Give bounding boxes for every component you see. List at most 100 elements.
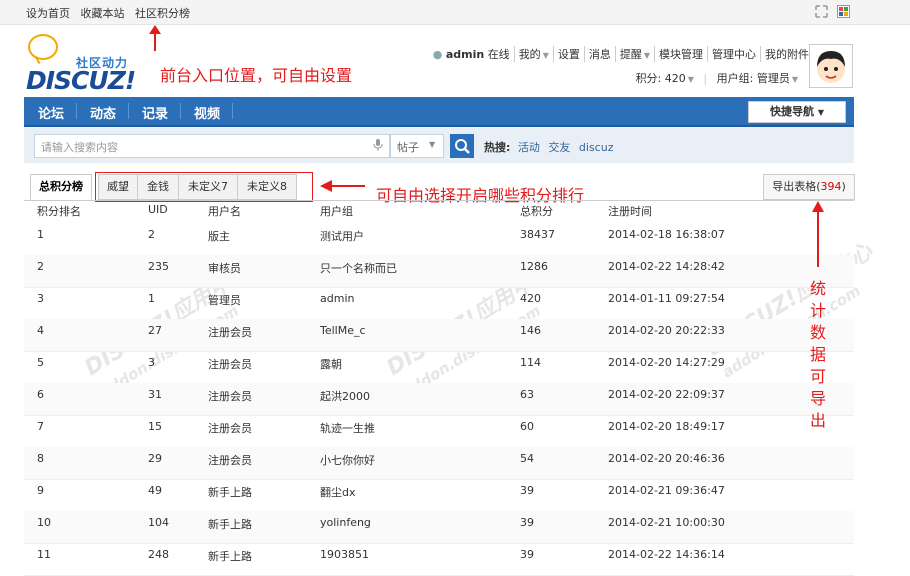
cell-register-time: 2014-02-22 14:36:14 [608,548,725,561]
menu-notify[interactable]: 提醒 ▼ [616,46,655,62]
cell-register-time: 2014-02-18 16:38:07 [608,228,725,241]
nav-feed[interactable]: 动态 [90,103,116,122]
col-total-credits[interactable]: 总积分 [520,203,553,219]
table-row: 3 1 管理员 admin 420 2014-01-11 09:27:54 [24,287,854,320]
search-type-select[interactable]: 帖子 ▼ [390,134,444,158]
cell-total-credits: 420 [520,292,541,305]
cell-username[interactable]: 注册会员 [208,452,252,468]
cell-total-credits: 60 [520,420,534,433]
entry-annotation-arrow [149,25,161,51]
menu-my-attachments[interactable]: 我的附件 [761,46,814,62]
cell-rank: 3 [37,292,44,305]
cell-register-time: 2014-02-20 20:22:33 [608,324,725,337]
cell-username[interactable]: 注册会员 [208,324,252,340]
cell-usergroup: 起洪2000 [320,390,370,403]
cell-total-credits: 54 [520,452,534,465]
menu-mine[interactable]: 我的 ▼ [515,46,554,62]
chevron-down-icon: ▼ [791,75,798,84]
quick-nav-button[interactable]: 快捷导航 ▼ [748,101,846,123]
cell-register-time: 2014-02-22 14:28:42 [608,260,725,273]
cell-uid: 2 [148,228,155,241]
search-input[interactable]: 请输入搜索内容 [34,134,390,158]
table-row: 2 235 审核员 只一个名称而已 1286 2014-02-22 14:28:42 [24,255,854,288]
cell-username[interactable]: 版主 [208,228,230,244]
online-status: 在线 [487,48,510,61]
chevron-down-icon: ▼ [643,51,650,60]
cell-username[interactable]: 注册会员 [208,388,252,404]
col-username[interactable]: 用户名 [208,203,241,219]
cell-usergroup: 只一个名称而已 [320,262,397,275]
cell-username[interactable]: 管理员 [208,292,241,308]
style-switch-icon[interactable] [837,4,850,18]
cell-usergroup: 测试用户 [320,230,364,243]
cell-total-credits: 114 [520,356,541,369]
nav-video[interactable]: 视频 [194,103,220,122]
col-usergroup[interactable]: 用户组 [320,203,353,219]
cell-register-time: 2014-01-11 09:27:54 [608,292,725,305]
col-register-time[interactable]: 注册时间 [608,203,652,219]
user-icon: ● [432,48,443,61]
cell-rank: 6 [37,388,44,401]
search-button[interactable] [450,134,474,158]
cell-rank: 5 [37,356,44,369]
cell-username[interactable]: 新手上路 [208,516,252,532]
user-group-link[interactable]: 用户组: 管理员 ▼ [717,72,798,85]
tab-total-credits[interactable]: 总积分榜 [30,174,92,200]
col-uid[interactable]: UID [148,203,168,216]
menu-settings[interactable]: 设置 [554,46,585,62]
cell-register-time: 2014-02-20 14:27:29 [608,356,725,369]
cell-total-credits: 39 [520,484,534,497]
cell-total-credits: 146 [520,324,541,337]
cell-username[interactable]: 新手上路 [208,484,252,500]
search-bar: 请输入搜索内容 帖子 ▼ 热搜: 活动 交友 discuz [24,127,854,163]
user-menu: ● admin 在线 我的▼设置消息提醒▼模块管理管理中心我的附件退出 [429,46,844,62]
nav-forum[interactable]: 论坛 [38,103,64,122]
cell-uid: 27 [148,324,162,337]
cell-uid: 235 [148,260,169,273]
menu-module-admin[interactable]: 模块管理 [655,46,708,62]
hot-term-discuz[interactable]: discuz [579,141,614,154]
points-link[interactable]: 积分: 420 ▼ [636,72,694,85]
cell-username[interactable]: 审核员 [208,260,241,276]
menu-admin-center[interactable]: 管理中心 [708,46,761,62]
cell-uid: 1 [148,292,155,305]
logo-brand: DISCUZ! [26,66,136,95]
export-annotation: 统计数据可导出 [810,279,827,430]
export-table-button[interactable]: 导出表格(394) [763,174,855,200]
cell-username[interactable]: 注册会员 [208,356,252,372]
hot-term-friends[interactable]: 交友 [548,141,570,154]
logo-bubble-icon [28,34,58,60]
username-link[interactable]: admin [446,48,484,61]
cell-rank: 2 [37,260,44,273]
export-count: 394 [820,180,842,193]
microphone-icon[interactable] [373,138,383,155]
credit-ranking-link[interactable]: 社区积分榜 [135,7,190,20]
bookmark-site-link[interactable]: 收藏本站 [81,7,125,20]
nav-records[interactable]: 记录 [142,103,168,122]
cell-usergroup: 翻尘dx [320,486,356,499]
table-row: 1 2 版主 测试用户 38437 2014-02-18 16:38:07 [24,223,854,256]
cell-register-time: 2014-02-20 20:46:36 [608,452,725,465]
cell-rank: 11 [37,548,51,561]
export-annotation-arrow [812,201,824,267]
menu-messages[interactable]: 消息 [585,46,616,62]
fullscreen-icon[interactable] [814,4,828,18]
discuz-logo[interactable]: 社区动力 DISCUZ! [24,32,144,95]
cell-uid: 49 [148,484,162,497]
main-nav: 论坛 动态 记录 视频 快捷导航 ▼ [24,97,854,127]
cell-register-time: 2014-02-20 18:49:17 [608,420,725,433]
user-status: ● admin 在线 [429,46,515,62]
cell-usergroup: 轨迹一生推 [320,422,375,435]
cell-rank: 10 [37,516,51,529]
cell-username[interactable]: 注册会员 [208,420,252,436]
cell-username[interactable]: 新手上路 [208,548,252,564]
avatar[interactable] [809,44,853,88]
cell-total-credits: 39 [520,516,534,529]
table-row: 10 104 新手上路 yolinfeng 39 2014-02-21 10:00:30 [24,511,854,544]
col-rank[interactable]: 积分排名 [37,203,81,219]
cell-total-credits: 63 [520,388,534,401]
hot-term-activity[interactable]: 活动 [518,141,540,154]
table-row: 9 49 新手上路 翻尘dx 39 2014-02-21 09:36:47 [24,479,854,512]
set-homepage-link[interactable]: 设为首页 [26,7,70,20]
cell-rank: 1 [37,228,44,241]
